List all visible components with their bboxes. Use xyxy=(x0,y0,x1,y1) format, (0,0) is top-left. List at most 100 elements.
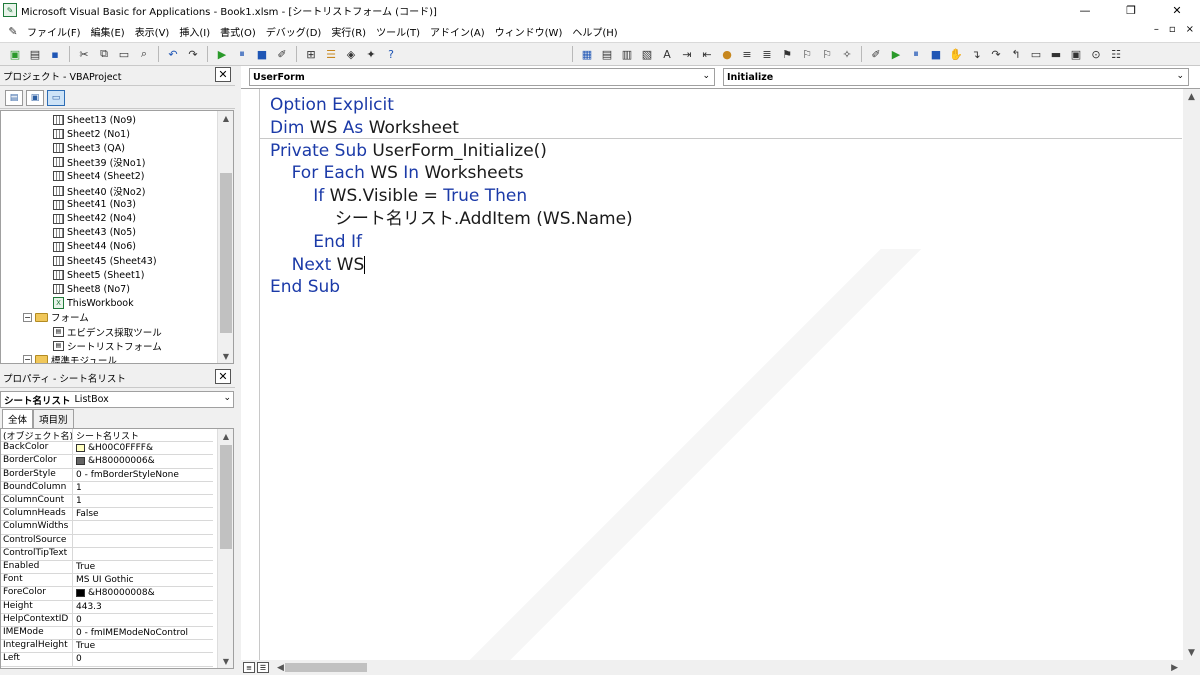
object-browser-icon[interactable]: ◈ xyxy=(342,45,360,63)
code-text[interactable]: Option Explicit Dim WS As Worksheet Privat… xyxy=(270,94,633,299)
quick-watch-icon[interactable]: ⊙ xyxy=(1087,45,1105,63)
code-vertical-scrollbar[interactable]: ▲ ▼ xyxy=(1183,89,1200,661)
code-line[interactable]: For Each WS In Worksheets xyxy=(270,162,633,185)
menu-item[interactable]: ヘルプ(H) xyxy=(567,24,622,39)
property-row[interactable]: ControlTipText xyxy=(1,547,213,561)
property-value-cell[interactable]: シート名リスト xyxy=(73,429,213,442)
property-row[interactable]: ForeColor &H80000008& xyxy=(1,587,213,601)
parameter-info-icon[interactable]: ▧ xyxy=(638,45,656,63)
break-2-icon[interactable]: ⏸ xyxy=(907,45,925,63)
tab-categorized[interactable]: 項目別 xyxy=(33,409,74,428)
locals-window-icon[interactable]: ▭ xyxy=(1027,45,1045,63)
toggle-folders-icon[interactable]: ▭ xyxy=(47,89,65,106)
scroll-thumb[interactable] xyxy=(220,445,232,549)
property-row[interactable]: Height 443.3 xyxy=(1,600,213,614)
menu-item[interactable]: アドイン(A) xyxy=(425,24,490,39)
complete-word-icon[interactable]: A xyxy=(658,45,676,63)
code-line[interactable]: Next WS xyxy=(270,254,633,277)
property-row[interactable]: Left 0 xyxy=(1,653,213,667)
view-object-icon[interactable]: ▣ xyxy=(26,89,44,106)
code-line[interactable]: End Sub xyxy=(270,276,633,299)
reset-icon[interactable]: ■ xyxy=(253,45,271,63)
code-line[interactable]: シート名リスト.AddItem (WS.Name) xyxy=(270,208,633,231)
tree-node-sheet[interactable]: Sheet3 (QA) xyxy=(53,141,125,155)
child-close-button[interactable]: × xyxy=(1186,24,1194,35)
design-mode-2-icon[interactable]: ✐ xyxy=(867,45,885,63)
horizontal-scroll-thumb[interactable] xyxy=(285,663,367,672)
tree-node-sheet[interactable]: Sheet4 (Sheet2) xyxy=(53,169,144,183)
scroll-left-arrow-icon[interactable]: ◀ xyxy=(277,663,284,673)
outdent-icon[interactable]: ⇤ xyxy=(698,45,716,63)
property-value-cell[interactable] xyxy=(73,548,213,560)
tree-node-sheet[interactable]: Sheet45 (Sheet43) xyxy=(53,254,157,268)
property-value-cell[interactable]: True xyxy=(73,561,213,573)
full-module-view-icon[interactable]: ☰ xyxy=(257,662,269,673)
tree-node-sheet[interactable]: Sheet39 (没No1) xyxy=(53,155,145,169)
scroll-right-arrow-icon[interactable]: ▶ xyxy=(1171,663,1178,673)
property-value-cell[interactable]: True xyxy=(73,640,213,652)
project-tree-scrollbar[interactable]: ▲ ▼ xyxy=(217,111,233,363)
collapse-icon[interactable]: − xyxy=(23,355,32,363)
child-restore-button[interactable]: ▫ xyxy=(1169,24,1176,35)
step-out-icon[interactable]: ↰ xyxy=(1007,45,1025,63)
copy-icon[interactable]: ⧉ xyxy=(95,45,113,63)
scroll-down-arrow-icon[interactable]: ▼ xyxy=(218,349,233,363)
properties-object-select[interactable]: シート名リスト ListBox ⌄ xyxy=(0,391,234,408)
property-value-cell[interactable]: 0 xyxy=(73,653,213,665)
watch-window-icon[interactable]: ▣ xyxy=(1067,45,1085,63)
menu-item[interactable]: 編集(E) xyxy=(86,24,130,39)
menu-item[interactable]: ツール(T) xyxy=(371,24,425,39)
tree-node-sheet[interactable]: Sheet40 (没No2) xyxy=(53,184,145,198)
reset-2-icon[interactable]: ■ xyxy=(927,45,945,63)
menu-item[interactable]: ウィンドウ(W) xyxy=(490,24,568,39)
help-icon[interactable]: ? xyxy=(382,45,400,63)
code-line[interactable]: End If xyxy=(270,231,633,254)
project-tree[interactable]: Sheet13 (No9) Sheet2 (No1) Sheet3 (QA) Shee… xyxy=(0,110,234,364)
step-over-icon[interactable]: ↷ xyxy=(987,45,1005,63)
properties-scrollbar[interactable]: ▲ ▼ xyxy=(217,429,233,668)
toggle-breakpoint-icon[interactable]: ● xyxy=(718,45,736,63)
tree-node-sheet[interactable]: Sheet42 (No4) xyxy=(53,212,136,226)
bookmark-icon[interactable]: ⚑ xyxy=(778,45,796,63)
code-line[interactable]: Dim WS As Worksheet xyxy=(270,117,633,140)
collapse-icon[interactable]: − xyxy=(23,312,32,322)
comment-block-icon[interactable]: ≡ xyxy=(738,45,756,63)
call-stack-icon[interactable]: ☷ xyxy=(1107,45,1125,63)
tree-node-sheet[interactable]: Sheet5 (Sheet1) xyxy=(53,268,144,282)
quick-info-icon[interactable]: ▥ xyxy=(618,45,636,63)
property-row[interactable]: Font MS UI Gothic xyxy=(1,574,213,588)
property-value-cell[interactable]: &H80000006& xyxy=(73,455,213,467)
run-2-icon[interactable]: ▶ xyxy=(887,45,905,63)
properties-window-icon[interactable]: ☰ xyxy=(322,45,340,63)
property-value-cell[interactable] xyxy=(73,521,213,533)
menu-item[interactable]: 実行(R) xyxy=(326,24,371,39)
undo-icon[interactable]: ↶ xyxy=(164,45,182,63)
property-value-cell[interactable]: &H00C0FFFF& xyxy=(73,442,213,454)
child-minimize-button[interactable]: – xyxy=(1154,24,1159,35)
property-row[interactable]: ColumnWidths xyxy=(1,521,213,535)
design-mode-icon[interactable]: ✐ xyxy=(273,45,291,63)
property-value-cell[interactable]: &H80000008& xyxy=(73,587,213,599)
scroll-thumb[interactable] xyxy=(220,173,232,333)
indent-icon[interactable]: ⇥ xyxy=(678,45,696,63)
scroll-up-arrow-icon[interactable]: ▲ xyxy=(218,111,233,125)
code-line[interactable]: Option Explicit xyxy=(270,94,633,117)
list-properties-icon[interactable]: ▦ xyxy=(578,45,596,63)
property-row[interactable]: ColumnCount 1 xyxy=(1,495,213,509)
project-explorer-icon[interactable]: ⊞ xyxy=(302,45,320,63)
save-icon[interactable]: ▪ xyxy=(46,45,64,63)
property-row[interactable]: BorderStyle 0 - fmBorderStyleNone xyxy=(1,468,213,482)
property-value-cell[interactable]: 1 xyxy=(73,482,213,494)
procedure-view-icon[interactable]: ≡ xyxy=(243,662,255,673)
redo-icon[interactable]: ↷ xyxy=(184,45,202,63)
property-row[interactable]: BackColor &H00C0FFFF& xyxy=(1,442,213,456)
breakpoint-margin[interactable] xyxy=(241,89,260,660)
properties-grid[interactable]: (オブジェクト名) シート名リスト BackColor &H00C0FFFF& Bord… xyxy=(0,428,234,669)
break-icon[interactable]: ⏸ xyxy=(233,45,251,63)
property-value-cell[interactable] xyxy=(73,535,213,547)
tree-node-sheet[interactable]: Sheet2 (No1) xyxy=(53,127,130,141)
property-value-cell[interactable]: 1 xyxy=(73,495,213,507)
menu-item[interactable]: 書式(O) xyxy=(215,24,261,39)
hand-icon[interactable]: ✋ xyxy=(947,45,965,63)
property-value-cell[interactable]: MS UI Gothic xyxy=(73,574,213,586)
